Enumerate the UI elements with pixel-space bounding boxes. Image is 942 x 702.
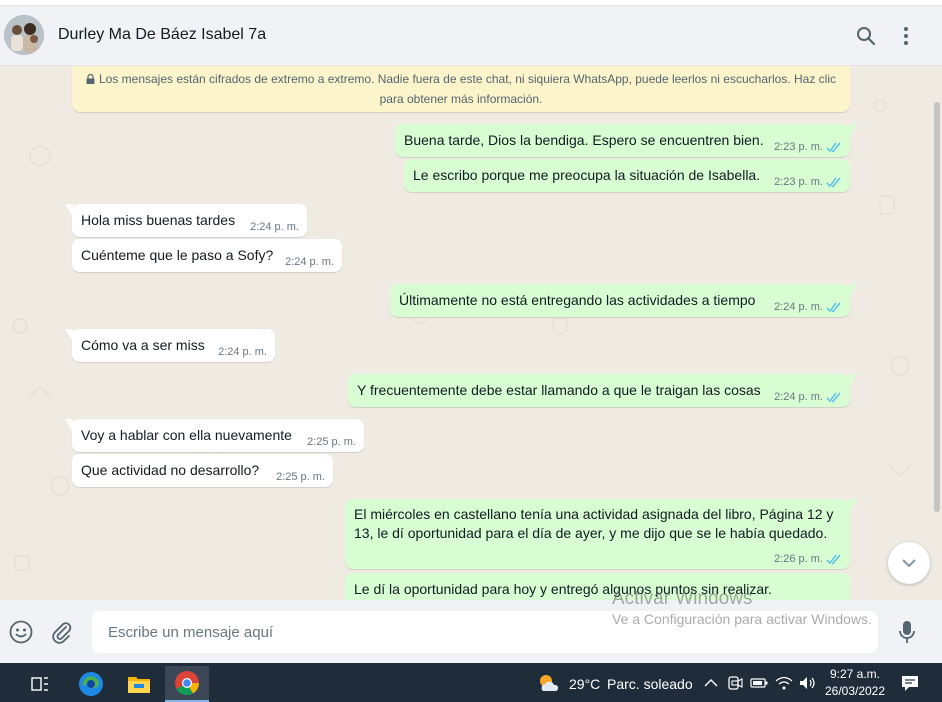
meet-now-icon[interactable] [726, 674, 744, 692]
file-explorer-icon[interactable] [117, 666, 161, 702]
double-check-icon [826, 302, 841, 312]
chat-area[interactable]: Los mensajes están cifrados de extremo a… [0, 66, 942, 600]
mic-icon[interactable] [894, 619, 920, 645]
bubble-tail [65, 419, 73, 432]
message-incoming[interactable]: Cómo va a ser miss 2:24 p. m. [65, 329, 275, 362]
message-outgoing[interactable]: El miércoles en castellano tenía una act… [345, 499, 857, 569]
menu-dots-icon[interactable] [894, 24, 918, 48]
bubble-tail [849, 284, 857, 297]
message-time: 2:25 p. m. [307, 436, 356, 448]
task-view-icon[interactable] [18, 666, 62, 702]
battery-icon[interactable] [750, 674, 768, 692]
contact-name[interactable]: Durley Ma De Báez Isabel 7a [58, 26, 266, 44]
weather-description[interactable]: Parc. soleado [607, 676, 693, 692]
message-time: 2:26 p. m. [774, 553, 823, 565]
windows-activation-subtitle: Ve a Configuración para activar Windows. [612, 611, 872, 627]
double-check-icon [826, 392, 841, 402]
message-time: 2:23 p. m. [774, 176, 823, 188]
taskbar-clock[interactable]: 9:27 a.m. 26/03/2022 [824, 666, 886, 700]
message-incoming[interactable]: Cuénteme que le paso a Sofy? 2:24 p. m. [72, 239, 342, 272]
message-text: El miércoles en castellano tenía una act… [354, 506, 834, 541]
message-time: 2:24 p. m. [774, 391, 823, 403]
volume-icon[interactable] [799, 674, 817, 692]
message-text: Hola miss buenas tardes [81, 212, 236, 228]
message-outgoing[interactable]: Buena tarde, Dios la bendiga. Espero se … [395, 124, 857, 157]
message-composer [0, 600, 942, 663]
chat-scrollbar[interactable] [934, 102, 940, 512]
scroll-down-button[interactable] [888, 542, 930, 584]
edge-browser-icon[interactable] [69, 666, 113, 702]
weather-temperature[interactable]: 29°C [569, 676, 600, 692]
encryption-notice[interactable]: Los mensajes están cifrados de extremo a… [72, 66, 850, 112]
message-time: 2:24 p. m. [250, 221, 299, 233]
weather-icon[interactable] [537, 672, 561, 694]
wifi-icon[interactable] [775, 674, 793, 692]
message-text: Cómo va a ser miss [81, 337, 205, 353]
bubble-tail [849, 499, 857, 512]
bubble-tail [849, 124, 857, 137]
double-check-icon [826, 177, 841, 187]
avatar[interactable] [4, 15, 44, 55]
message-incoming[interactable]: Que actividad no desarrollo? 2:25 p. m. [72, 454, 333, 487]
bubble-tail [65, 204, 73, 217]
search-icon[interactable] [854, 24, 878, 48]
notifications-icon[interactable] [900, 673, 920, 693]
double-check-icon [826, 142, 841, 152]
message-text: Que actividad no desarrollo? [81, 462, 260, 478]
message-incoming[interactable]: Voy a hablar con ella nuevamente 2:25 p.… [65, 419, 364, 452]
message-time: 2:25 p. m. [276, 471, 325, 483]
attach-icon[interactable] [48, 619, 74, 645]
message-outgoing[interactable]: Y frecuentemente debe estar llamando a q… [348, 374, 857, 407]
message-text: Buena tarde, Dios la bendiga. Espero se … [404, 132, 764, 148]
message-incoming[interactable]: Hola miss buenas tardes 2:24 p. m. [65, 204, 307, 237]
chevron-down-icon [902, 559, 916, 568]
message-outgoing[interactable]: Le escribo porque me preocupa la situaci… [404, 159, 850, 192]
message-text: Últimamente no está entregando las activ… [399, 292, 756, 308]
windows-taskbar: 29°C Parc. soleado 9:27 a.m. 26/03/2022 [0, 663, 942, 702]
double-check-icon [826, 554, 841, 564]
message-outgoing[interactable]: Le dí la oportunidad para hoy y entregó … [345, 573, 850, 600]
chevron-up-icon[interactable] [702, 674, 720, 692]
message-time: 2:24 p. m. [774, 301, 823, 313]
message-text: Cuénteme que le paso a Sofy? [81, 247, 274, 263]
lock-icon [86, 74, 95, 84]
message-text: Le escribo porque me preocupa la situaci… [413, 167, 761, 183]
message-time: 2:23 p. m. [774, 141, 823, 153]
message-outgoing[interactable]: Últimamente no está entregando las activ… [390, 284, 857, 317]
chat-header: Durley Ma De Báez Isabel 7a [0, 6, 942, 66]
clock-date: 26/03/2022 [824, 684, 886, 698]
encryption-notice-text: Los mensajes están cifrados de extremo a… [98, 72, 837, 106]
bubble-tail [849, 374, 857, 387]
message-text: Voy a hablar con ella nuevamente [81, 427, 292, 443]
bubble-tail [65, 329, 73, 342]
message-time: 2:24 p. m. [218, 346, 267, 358]
windows-activation-title: Activar Windows [612, 588, 753, 609]
message-text: Y frecuentemente debe estar llamando a q… [357, 382, 761, 398]
message-time: 2:24 p. m. [285, 256, 334, 268]
clock-time: 9:27 a.m. [829, 667, 881, 681]
emoji-icon[interactable] [8, 619, 34, 645]
chrome-browser-icon[interactable] [165, 666, 209, 702]
